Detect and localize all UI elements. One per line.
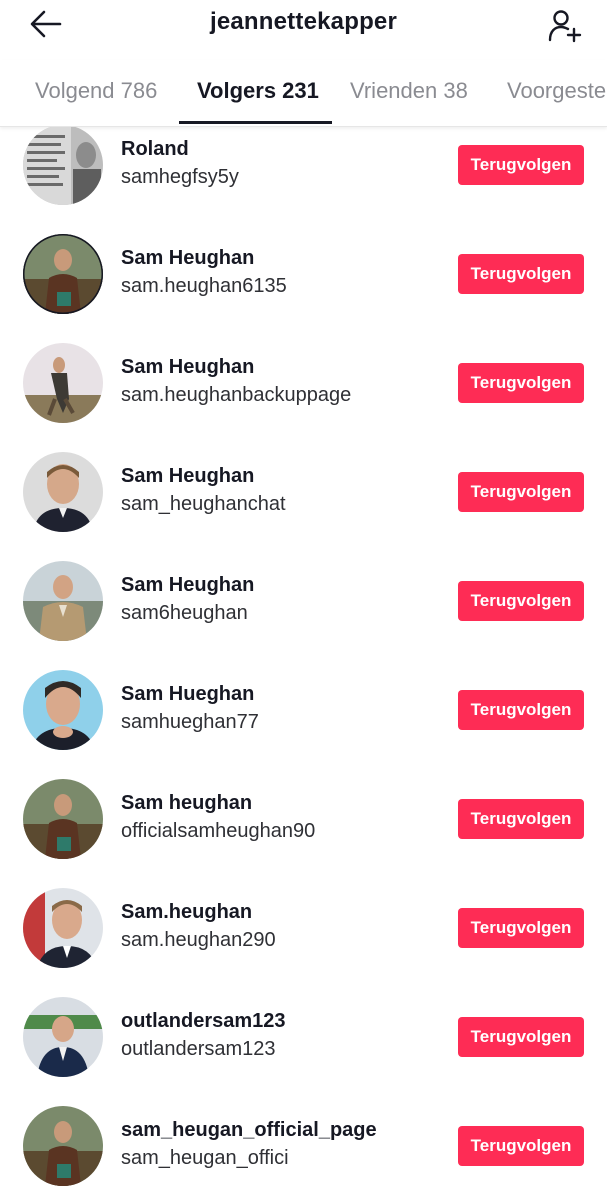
tab-suggested[interactable]: Voorgeste (507, 78, 606, 104)
list-item[interactable]: Sam Hueghan samhueghan77 Terugvolgen (0, 664, 607, 773)
tab-following[interactable]: Volgend 786 (35, 78, 157, 104)
list-item[interactable]: Sam Heughan sam6heughan Terugvolgen (0, 555, 607, 664)
list-item[interactable]: Sam Heughan sam.heughanbackuppage Terugv… (0, 337, 607, 446)
tab-followers[interactable]: Volgers 231 (197, 78, 319, 104)
avatar[interactable] (23, 888, 103, 968)
follower-handle: sam.heughan6135 (121, 275, 287, 297)
follower-name: outlandersam123 (121, 1010, 286, 1032)
add-person-icon (548, 10, 582, 43)
follower-handle: outlandersam123 (121, 1038, 276, 1060)
list-item[interactable]: outlandersam123 outlandersam123 Terugvol… (0, 991, 607, 1100)
follower-handle: samhegfsy5y (121, 166, 239, 188)
follower-handle: samhueghan77 (121, 711, 259, 733)
list-item[interactable]: Sam Heughan sam.heughan6135 Terugvolgen (0, 228, 607, 337)
page-title: jeannettekapper (209, 8, 398, 35)
avatar[interactable] (23, 234, 103, 314)
follower-handle: sam_heugan_offici (121, 1147, 289, 1169)
add-person-button[interactable] (544, 6, 588, 46)
follow-back-button[interactable]: Terugvolgen (458, 254, 584, 294)
follower-handle: sam.heughanbackuppage (121, 384, 352, 406)
follow-back-button[interactable]: Terugvolgen (458, 1126, 584, 1166)
avatar[interactable] (23, 343, 103, 423)
follower-handle: sam_heughanchat (121, 493, 286, 515)
list-item[interactable]: sam_heugan_official_page sam_heugan_offi… (0, 1100, 607, 1200)
follow-back-button[interactable]: Terugvolgen (458, 363, 584, 403)
follow-back-button[interactable]: Terugvolgen (458, 581, 584, 621)
tab-bar: Volgend 786 Volgers 231 Vrienden 38 Voor… (0, 60, 607, 127)
list-item[interactable]: Sam Heughan sam_heughanchat Terugvolgen (0, 446, 607, 555)
tab-friends[interactable]: Vrienden 38 (350, 78, 468, 104)
avatar[interactable] (23, 452, 103, 532)
list-item[interactable]: Sam.heughan sam.heughan290 Terugvolgen (0, 882, 607, 991)
avatar[interactable] (23, 127, 103, 205)
avatar[interactable] (23, 997, 103, 1077)
follower-name: Sam Heughan (121, 356, 255, 378)
follow-back-button[interactable]: Terugvolgen (458, 1017, 584, 1057)
list-item[interactable]: Sam heughan officialsamheughan90 Terugvo… (0, 773, 607, 882)
avatar[interactable] (23, 670, 103, 750)
follower-name: Sam Hueghan (121, 683, 255, 705)
follower-handle: sam6heughan (121, 602, 248, 624)
avatar[interactable] (23, 1106, 103, 1186)
top-bar: jeannettekapper (0, 0, 607, 50)
follow-back-button[interactable]: Terugvolgen (458, 799, 584, 839)
follow-back-button[interactable]: Terugvolgen (458, 908, 584, 948)
list-item[interactable]: Roland samhegfsy5y Terugvolgen (0, 127, 607, 228)
follower-name: Roland (121, 138, 189, 160)
follower-name: Sam heughan (121, 792, 253, 814)
follow-back-button[interactable]: Terugvolgen (458, 690, 584, 730)
avatar[interactable] (23, 561, 103, 641)
follow-back-button[interactable]: Terugvolgen (458, 145, 584, 185)
follower-name: Sam.heughan (121, 901, 253, 923)
follower-name: Sam Heughan (121, 465, 255, 487)
follower-handle: officialsamheughan90 (121, 820, 316, 842)
follower-name: sam_heugan_official_page (121, 1119, 377, 1141)
follower-name: Sam Heughan (121, 247, 255, 269)
followers-list: Roland samhegfsy5y Terugvolgen Sam Heugh… (0, 127, 607, 1200)
follower-handle: sam.heughan290 (121, 929, 276, 951)
follower-name: Sam Heughan (121, 574, 255, 596)
active-tab-indicator (179, 121, 332, 124)
avatar[interactable] (23, 779, 103, 859)
follow-back-button[interactable]: Terugvolgen (458, 472, 584, 512)
